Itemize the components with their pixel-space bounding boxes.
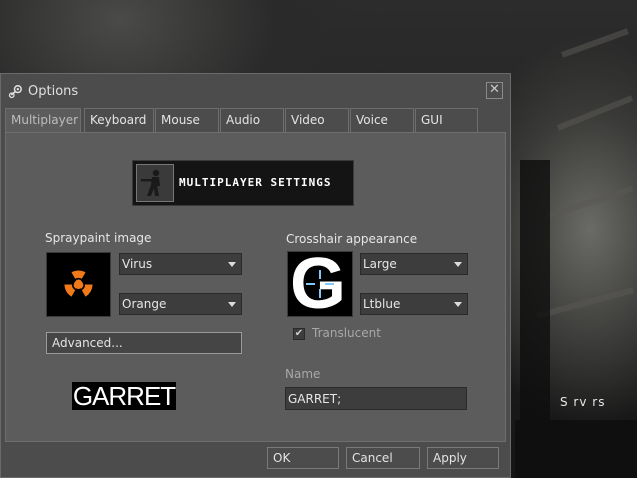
tab-video[interactable]: Video bbox=[285, 108, 349, 132]
radiation-icon bbox=[64, 270, 93, 297]
spraypaint-preview bbox=[46, 252, 111, 317]
combo-value: Virus bbox=[122, 257, 153, 271]
tab-label: Video bbox=[291, 113, 325, 127]
bg-plank bbox=[535, 287, 635, 319]
combo-value: Ltblue bbox=[363, 297, 401, 311]
options-window: Options ✕ Multiplayer Keyboard Mouse Aud… bbox=[0, 73, 511, 478]
tab-keyboard[interactable]: Keyboard bbox=[84, 108, 154, 132]
chevron-down-icon bbox=[228, 302, 236, 307]
ok-button[interactable]: OK bbox=[267, 447, 339, 469]
cancel-button[interactable]: Cancel bbox=[346, 447, 420, 469]
combo-value: Large bbox=[363, 257, 397, 271]
apply-button[interactable]: Apply bbox=[427, 447, 499, 469]
spraypaint-label: Spraypaint image bbox=[45, 231, 152, 245]
chevron-down-icon bbox=[454, 262, 462, 267]
translucent-checkbox[interactable]: ✔ bbox=[293, 328, 305, 340]
spraypaint-color-combo[interactable]: Orange bbox=[119, 293, 242, 315]
multiplayer-settings-banner: MULTIPLAYER SETTINGS bbox=[132, 160, 354, 206]
tab-gui[interactable]: GUI bbox=[415, 108, 478, 132]
crosshair-icon bbox=[306, 270, 334, 298]
chevron-down-icon bbox=[454, 302, 462, 307]
advanced-button[interactable]: Advanced... bbox=[46, 332, 242, 354]
tab-label: GUI bbox=[421, 113, 443, 127]
name-field[interactable] bbox=[285, 387, 467, 410]
chevron-down-icon bbox=[228, 262, 236, 267]
tab-label: Keyboard bbox=[90, 113, 147, 127]
background-text: S rv rs bbox=[560, 395, 606, 409]
translucent-label: Translucent bbox=[312, 326, 381, 340]
soldier-icon bbox=[136, 164, 174, 202]
tab-label: Voice bbox=[356, 113, 388, 127]
close-button[interactable]: ✕ bbox=[486, 82, 503, 99]
steam-icon bbox=[8, 85, 22, 99]
bg-plank bbox=[541, 185, 634, 221]
tab-label: Audio bbox=[226, 113, 261, 127]
crosshair-color-combo[interactable]: Ltblue bbox=[360, 293, 468, 315]
bg-plank bbox=[561, 28, 629, 58]
name-label: Name bbox=[285, 367, 321, 381]
tab-label: Mouse bbox=[161, 113, 200, 127]
bg-shadow bbox=[520, 160, 550, 420]
crosshair-size-combo[interactable]: Large bbox=[360, 253, 468, 275]
bg-plank bbox=[556, 95, 634, 131]
tab-mouse[interactable]: Mouse bbox=[155, 108, 219, 132]
banner-text: MULTIPLAYER SETTINGS bbox=[179, 176, 332, 189]
tab-voice[interactable]: Voice bbox=[350, 108, 414, 132]
spraypaint-image-combo[interactable]: Virus bbox=[119, 253, 242, 275]
multiplayer-panel: MULTIPLAYER SETTINGS Spraypaint image Vi… bbox=[5, 132, 506, 442]
combo-value: Orange bbox=[122, 297, 167, 311]
window-title: Options bbox=[28, 84, 79, 99]
close-icon: ✕ bbox=[489, 82, 500, 97]
tab-multiplayer[interactable]: Multiplayer bbox=[5, 108, 81, 133]
crosshair-preview: G bbox=[287, 244, 353, 324]
tab-label: Multiplayer bbox=[11, 113, 79, 127]
spray-name-preview: GARRET bbox=[72, 381, 176, 411]
tab-audio[interactable]: Audio bbox=[220, 108, 284, 132]
title-bar[interactable]: Options ✕ bbox=[1, 74, 510, 108]
checkmark-icon: ✔ bbox=[294, 328, 304, 339]
bg-shadow bbox=[515, 420, 637, 478]
